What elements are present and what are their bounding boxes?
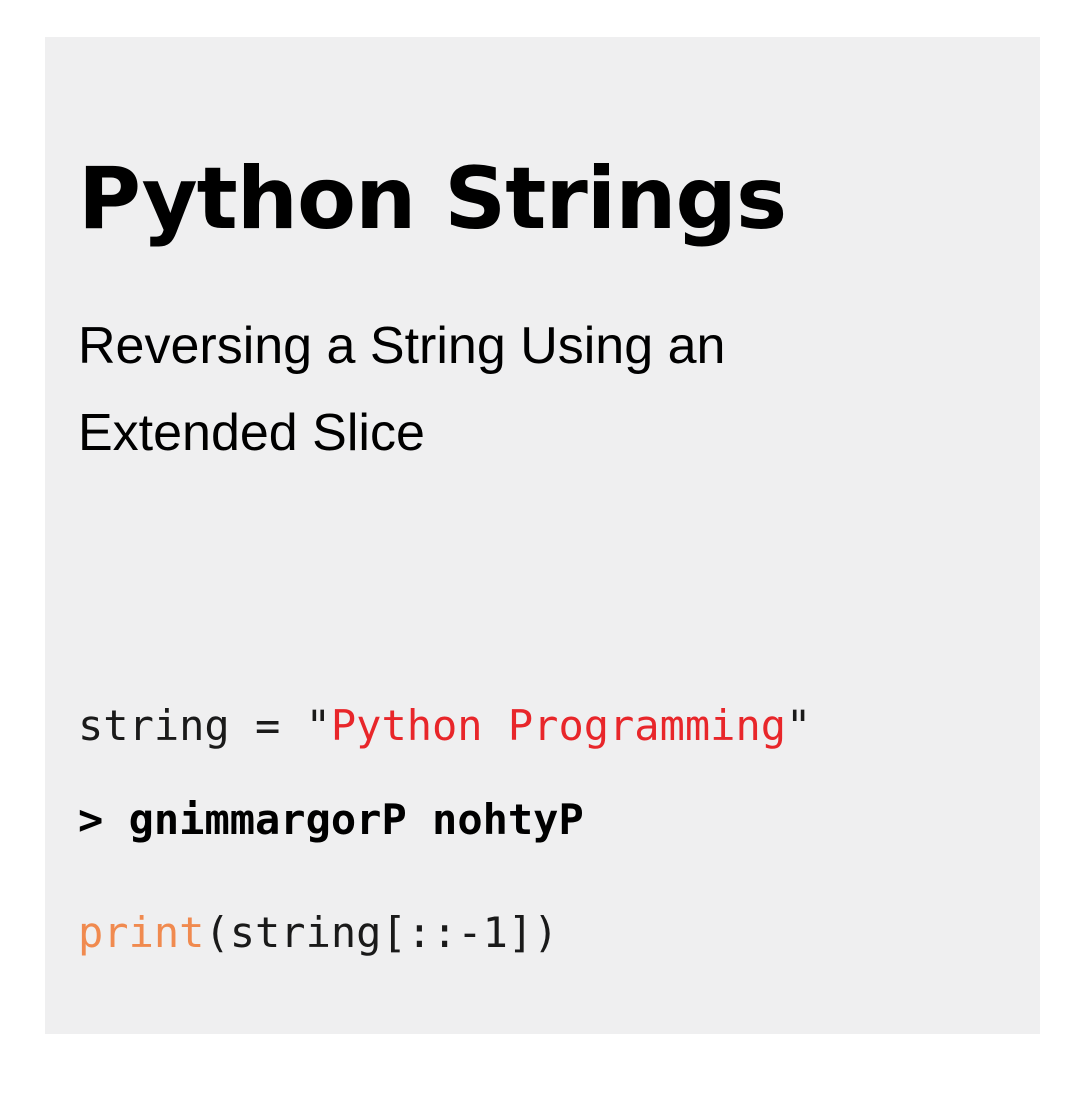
code-line-2: print(string[::-1])	[78, 898, 811, 967]
output-line: > gnimmargorP nohtyP	[78, 790, 584, 850]
code-closing-quote: "	[786, 701, 812, 750]
output-prompt: >	[78, 795, 104, 844]
code-line-1: string = "Python Programming"	[78, 691, 811, 760]
code-function-name: print	[78, 908, 205, 957]
output-text: gnimmargorP nohtyP	[128, 795, 584, 844]
content-card: Python Strings Reversing a String Using …	[45, 37, 1040, 1034]
subtitle: Reversing a String Using an Extended Sli…	[78, 303, 725, 477]
subtitle-line-1: Reversing a String Using an	[78, 317, 726, 375]
code-assignment: string = "	[78, 701, 331, 750]
subtitle-line-2: Extended Slice	[78, 404, 425, 462]
page-title: Python Strings	[78, 149, 787, 249]
code-string-literal: Python Programming	[330, 701, 787, 750]
code-function-args: (string[::-1])	[204, 908, 559, 957]
